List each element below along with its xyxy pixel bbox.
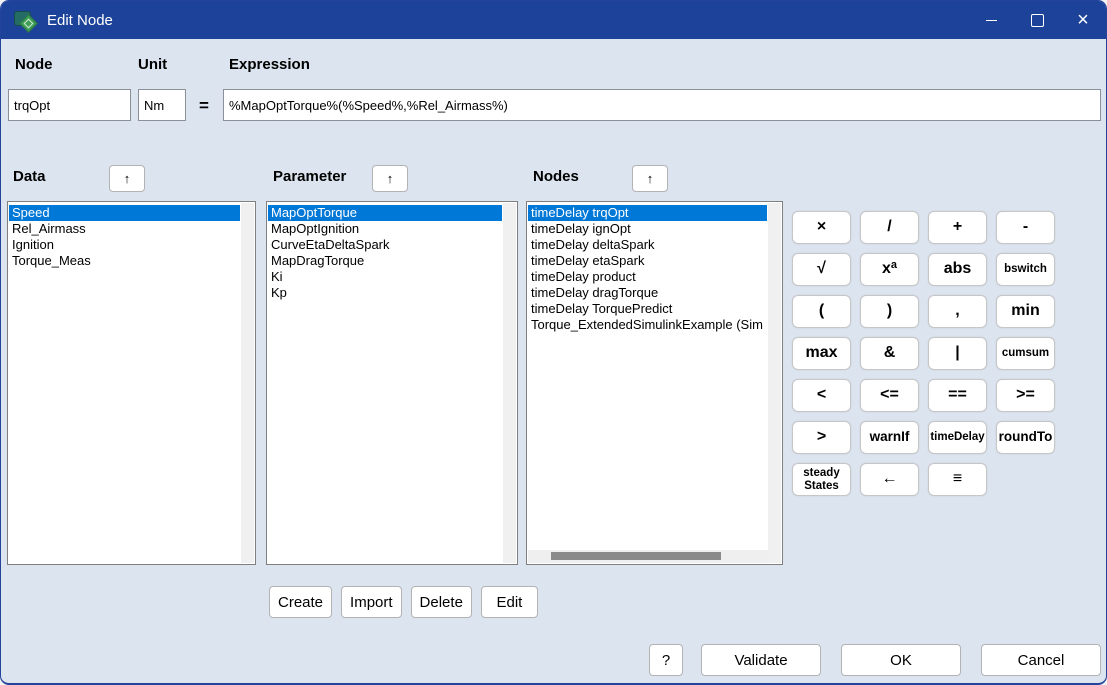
list-item[interactable]: timeDelay product <box>528 269 767 285</box>
title-bar: Edit Node × <box>1 1 1106 39</box>
list-items: MapOptTorqueMapOptIgnitionCurveEtaDeltaS… <box>268 205 502 562</box>
unit-label: Unit <box>138 56 167 73</box>
expression-label: Expression <box>229 56 310 73</box>
help-button[interactable]: ? <box>649 644 683 676</box>
minimize-button[interactable] <box>968 1 1014 39</box>
edit-button[interactable]: Edit <box>481 586 538 618</box>
unit-input[interactable] <box>138 89 186 121</box>
data-listbox[interactable]: SpeedRel_AirmassIgnitionTorque_Meas <box>7 201 256 565</box>
expression-input[interactable] <box>223 89 1101 121</box>
close-paren-button[interactable]: ) <box>860 295 919 328</box>
menu-button[interactable]: ≡ <box>928 463 987 496</box>
list-item[interactable]: MapDragTorque <box>268 253 502 269</box>
nodes-list-label: Nodes <box>533 168 579 185</box>
list-item[interactable]: CurveEtaDeltaSpark <box>268 237 502 253</box>
and-button[interactable]: & <box>860 337 919 370</box>
or-button[interactable]: | <box>928 337 987 370</box>
operator-pad: × / +- √ xaabs bswitch (), min max&| cumsum < <= == >… <box>792 211 1055 496</box>
list-item[interactable]: timeDelay dragTorque <box>528 285 767 301</box>
list-item[interactable]: Ki <box>268 269 502 285</box>
less-equal-button[interactable]: <= <box>860 379 919 412</box>
list-item[interactable]: timeDelay TorquePredict <box>528 301 767 317</box>
plus-button[interactable]: + <box>928 211 987 244</box>
vertical-scrollbar[interactable] <box>503 203 516 563</box>
node-input[interactable] <box>8 89 131 121</box>
window-title: Edit Node <box>47 12 113 29</box>
minus-button[interactable]: - <box>996 211 1055 244</box>
delete-button[interactable]: Delete <box>411 586 472 618</box>
nodes-sort-button[interactable]: ↑ <box>632 165 668 192</box>
node-label: Node <box>15 56 53 73</box>
list-item[interactable]: Rel_Airmass <box>9 221 240 237</box>
close-icon: × <box>1077 10 1089 30</box>
greater-equal-button[interactable]: >= <box>996 379 1055 412</box>
data-list-label: Data <box>13 168 46 185</box>
comma-button[interactable]: , <box>928 295 987 328</box>
multiply-button[interactable]: × <box>792 211 851 244</box>
open-paren-button[interactable]: ( <box>792 295 851 328</box>
divide-button[interactable]: / <box>860 211 919 244</box>
nodes-listbox[interactable]: timeDelay trqOpttimeDelay ignOpttimeDela… <box>526 201 783 565</box>
list-item[interactable]: Torque_Meas <box>9 253 240 269</box>
window-controls: × <box>968 1 1106 39</box>
greater-than-button[interactable]: > <box>792 421 851 454</box>
create-button[interactable]: Create <box>269 586 332 618</box>
sort-up-icon: ↑ <box>124 171 131 186</box>
roundto-button[interactable]: roundTo <box>996 421 1055 454</box>
parameter-list-label: Parameter <box>273 168 346 185</box>
warnif-button[interactable]: warnIf <box>860 421 919 454</box>
bswitch-button[interactable]: bswitch <box>996 253 1055 286</box>
list-item[interactable]: timeDelay ignOpt <box>528 221 767 237</box>
max-button[interactable]: max <box>792 337 851 370</box>
cumsum-button[interactable]: cumsum <box>996 337 1055 370</box>
min-button[interactable]: min <box>996 295 1055 328</box>
maximize-icon <box>1031 14 1044 27</box>
equal-equal-button[interactable]: == <box>928 379 987 412</box>
backspace-button[interactable]: ← <box>860 463 919 496</box>
list-item[interactable]: MapOptTorque <box>268 205 502 221</box>
list-item[interactable]: timeDelay deltaSpark <box>528 237 767 253</box>
less-than-button[interactable]: < <box>792 379 851 412</box>
parameter-listbox[interactable]: MapOptTorqueMapOptIgnitionCurveEtaDeltaS… <box>266 201 518 565</box>
sort-up-icon: ↑ <box>647 171 654 186</box>
list-item[interactable]: timeDelay trqOpt <box>528 205 767 221</box>
minimize-icon <box>986 20 997 21</box>
horizontal-scrollbar[interactable] <box>528 550 768 563</box>
cancel-button[interactable]: Cancel <box>981 644 1101 676</box>
vertical-scrollbar[interactable] <box>241 203 254 563</box>
horizontal-scrollbar-thumb[interactable] <box>551 552 721 560</box>
sort-up-icon: ↑ <box>387 171 394 186</box>
list-items: timeDelay trqOpttimeDelay ignOpttimeDela… <box>528 205 767 549</box>
list-action-buttons: Create Import Delete Edit <box>269 586 538 618</box>
equals-sign: = <box>199 96 209 116</box>
list-item[interactable]: Ignition <box>9 237 240 253</box>
list-items: SpeedRel_AirmassIgnitionTorque_Meas <box>9 205 240 562</box>
steady-states-button[interactable]: steady States <box>792 463 851 496</box>
list-item[interactable]: Kp <box>268 285 502 301</box>
edit-node-dialog: Edit Node × Node Unit Expression = Data … <box>0 0 1107 685</box>
validate-button[interactable]: Validate <box>701 644 821 676</box>
data-sort-button[interactable]: ↑ <box>109 165 145 192</box>
list-item[interactable]: Torque_ExtendedSimulinkExample (Sim <box>528 317 767 333</box>
app-icon <box>14 10 37 31</box>
abs-button[interactable]: abs <box>928 253 987 286</box>
list-item[interactable]: MapOptIgnition <box>268 221 502 237</box>
maximize-button[interactable] <box>1014 1 1060 39</box>
list-item[interactable]: timeDelay etaSpark <box>528 253 767 269</box>
parameter-sort-button[interactable]: ↑ <box>372 165 408 192</box>
list-item[interactable]: Speed <box>9 205 240 221</box>
close-button[interactable]: × <box>1060 1 1106 39</box>
ok-button[interactable]: OK <box>841 644 961 676</box>
vertical-scrollbar[interactable] <box>768 203 781 563</box>
timedelay-button[interactable]: timeDelay <box>928 421 987 454</box>
sqrt-button[interactable]: √ <box>792 253 851 286</box>
power-button[interactable]: xa <box>860 253 919 286</box>
import-button[interactable]: Import <box>341 586 402 618</box>
